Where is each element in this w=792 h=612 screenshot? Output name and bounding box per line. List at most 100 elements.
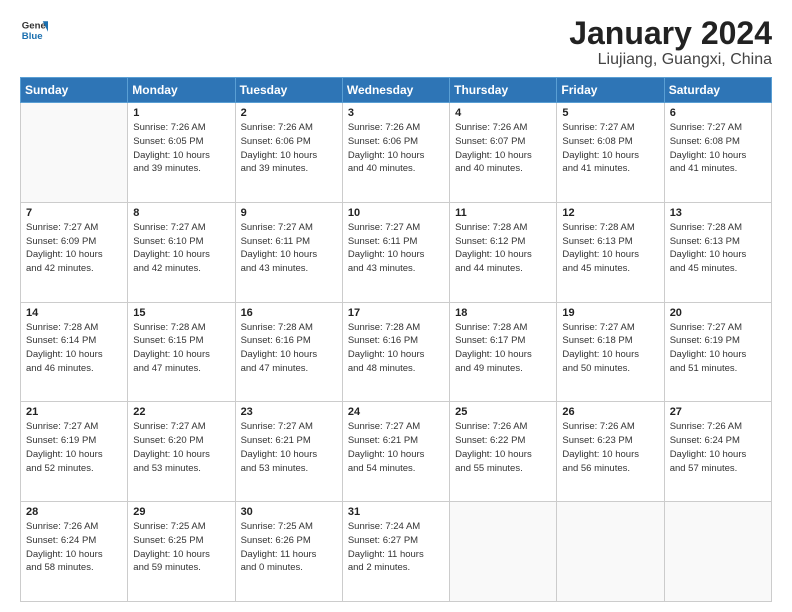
day-info: Sunrise: 7:27 AMSunset: 6:19 PMDaylight:… xyxy=(670,321,766,376)
day-info: Sunrise: 7:25 AMSunset: 6:25 PMDaylight:… xyxy=(133,520,229,575)
day-info: Sunrise: 7:26 AMSunset: 6:05 PMDaylight:… xyxy=(133,121,229,176)
title-block: January 2024 Liujiang, Guangxi, China xyxy=(569,16,772,69)
day-info: Sunrise: 7:27 AMSunset: 6:11 PMDaylight:… xyxy=(348,221,444,276)
day-info: Sunrise: 7:27 AMSunset: 6:11 PMDaylight:… xyxy=(241,221,337,276)
day-info: Sunrise: 7:26 AMSunset: 6:06 PMDaylight:… xyxy=(241,121,337,176)
day-info: Sunrise: 7:28 AMSunset: 6:12 PMDaylight:… xyxy=(455,221,551,276)
weekday-header-tuesday: Tuesday xyxy=(235,78,342,103)
day-cell xyxy=(557,502,664,602)
week-row-1: 1 Sunrise: 7:26 AMSunset: 6:05 PMDaylight… xyxy=(21,103,772,203)
day-number: 16 xyxy=(241,307,337,319)
calendar-subtitle: Liujiang, Guangxi, China xyxy=(569,51,772,69)
day-number: 3 xyxy=(348,107,444,119)
day-info: Sunrise: 7:26 AMSunset: 6:07 PMDaylight:… xyxy=(455,121,551,176)
day-info: Sunrise: 7:28 AMSunset: 6:17 PMDaylight:… xyxy=(455,321,551,376)
day-cell: 28Sunrise: 7:26 AMSunset: 6:24 PMDayligh… xyxy=(21,502,128,602)
day-cell: 3 Sunrise: 7:26 AMSunset: 6:06 PMDaylight… xyxy=(342,103,449,203)
day-info: Sunrise: 7:28 AMSunset: 6:16 PMDaylight:… xyxy=(348,321,444,376)
day-cell xyxy=(664,502,771,602)
day-cell: 26 Sunrise: 7:26 AMSunset: 6:23 PMDayligh… xyxy=(557,402,664,502)
day-number: 2 xyxy=(241,107,337,119)
day-cell: 14 Sunrise: 7:28 AMSunset: 6:14 PMDayligh… xyxy=(21,302,128,402)
day-number: 21 xyxy=(26,406,122,418)
header: General Blue January 2024 Liujiang, Guan… xyxy=(20,16,772,69)
day-info: Sunrise: 7:28 AMSunset: 6:14 PMDaylight:… xyxy=(26,321,122,376)
day-number: 29 xyxy=(133,506,229,518)
day-info: Sunrise: 7:28 AMSunset: 6:13 PMDaylight:… xyxy=(670,221,766,276)
day-info: Sunrise: 7:26 AMSunset: 6:06 PMDaylight:… xyxy=(348,121,444,176)
day-info: Sunrise: 7:27 AMSunset: 6:18 PMDaylight:… xyxy=(562,321,658,376)
day-cell: 5Sunrise: 7:27 AMSunset: 6:08 PMDaylight… xyxy=(557,103,664,203)
week-row-2: 7Sunrise: 7:27 AMSunset: 6:09 PMDaylight… xyxy=(21,202,772,302)
day-number: 26 xyxy=(562,406,658,418)
day-number: 15 xyxy=(133,307,229,319)
day-cell: 23 Sunrise: 7:27 AMSunset: 6:21 PMDayligh… xyxy=(235,402,342,502)
day-cell: 8Sunrise: 7:27 AMSunset: 6:10 PMDaylight… xyxy=(128,202,235,302)
day-number: 12 xyxy=(562,207,658,219)
day-number: 18 xyxy=(455,307,551,319)
day-info: Sunrise: 7:24 AMSunset: 6:27 PMDaylight:… xyxy=(348,520,444,575)
day-cell: 15 Sunrise: 7:28 AMSunset: 6:15 PMDayligh… xyxy=(128,302,235,402)
day-number: 20 xyxy=(670,307,766,319)
day-cell: 13 Sunrise: 7:28 AMSunset: 6:13 PMDayligh… xyxy=(664,202,771,302)
day-cell: 21 Sunrise: 7:27 AMSunset: 6:19 PMDayligh… xyxy=(21,402,128,502)
weekday-header-row: SundayMondayTuesdayWednesdayThursdayFrid… xyxy=(21,78,772,103)
day-info: Sunrise: 7:27 AMSunset: 6:10 PMDaylight:… xyxy=(133,221,229,276)
day-number: 1 xyxy=(133,107,229,119)
weekday-header-monday: Monday xyxy=(128,78,235,103)
day-cell: 6Sunrise: 7:27 AMSunset: 6:08 PMDaylight… xyxy=(664,103,771,203)
day-info: Sunrise: 7:26 AMSunset: 6:22 PMDaylight:… xyxy=(455,420,551,475)
day-info: Sunrise: 7:28 AMSunset: 6:15 PMDaylight:… xyxy=(133,321,229,376)
week-row-3: 14 Sunrise: 7:28 AMSunset: 6:14 PMDayligh… xyxy=(21,302,772,402)
day-number: 27 xyxy=(670,406,766,418)
day-cell: 24Sunrise: 7:27 AMSunset: 6:21 PMDayligh… xyxy=(342,402,449,502)
day-cell: 17 Sunrise: 7:28 AMSunset: 6:16 PMDayligh… xyxy=(342,302,449,402)
day-cell: 31Sunrise: 7:24 AMSunset: 6:27 PMDayligh… xyxy=(342,502,449,602)
svg-text:Blue: Blue xyxy=(22,31,43,42)
day-number: 23 xyxy=(241,406,337,418)
day-cell xyxy=(21,103,128,203)
day-cell: 7Sunrise: 7:27 AMSunset: 6:09 PMDaylight… xyxy=(21,202,128,302)
day-number: 4 xyxy=(455,107,551,119)
day-info: Sunrise: 7:27 AMSunset: 6:21 PMDaylight:… xyxy=(241,420,337,475)
day-cell: 22Sunrise: 7:27 AMSunset: 6:20 PMDayligh… xyxy=(128,402,235,502)
week-row-5: 28Sunrise: 7:26 AMSunset: 6:24 PMDayligh… xyxy=(21,502,772,602)
day-info: Sunrise: 7:28 AMSunset: 6:13 PMDaylight:… xyxy=(562,221,658,276)
weekday-header-friday: Friday xyxy=(557,78,664,103)
weekday-header-saturday: Saturday xyxy=(664,78,771,103)
day-info: Sunrise: 7:27 AMSunset: 6:19 PMDaylight:… xyxy=(26,420,122,475)
day-number: 17 xyxy=(348,307,444,319)
day-number: 30 xyxy=(241,506,337,518)
day-cell: 19 Sunrise: 7:27 AMSunset: 6:18 PMDayligh… xyxy=(557,302,664,402)
day-info: Sunrise: 7:27 AMSunset: 6:09 PMDaylight:… xyxy=(26,221,122,276)
day-cell: 30 Sunrise: 7:25 AMSunset: 6:26 PMDayligh… xyxy=(235,502,342,602)
day-number: 28 xyxy=(26,506,122,518)
day-cell: 9Sunrise: 7:27 AMSunset: 6:11 PMDaylight… xyxy=(235,202,342,302)
day-number: 14 xyxy=(26,307,122,319)
day-number: 25 xyxy=(455,406,551,418)
day-cell: 27Sunrise: 7:26 AMSunset: 6:24 PMDayligh… xyxy=(664,402,771,502)
day-cell: 20 Sunrise: 7:27 AMSunset: 6:19 PMDayligh… xyxy=(664,302,771,402)
day-cell: 4 Sunrise: 7:26 AMSunset: 6:07 PMDaylight… xyxy=(450,103,557,203)
day-info: Sunrise: 7:26 AMSunset: 6:23 PMDaylight:… xyxy=(562,420,658,475)
day-info: Sunrise: 7:28 AMSunset: 6:16 PMDaylight:… xyxy=(241,321,337,376)
day-info: Sunrise: 7:25 AMSunset: 6:26 PMDaylight:… xyxy=(241,520,337,575)
day-info: Sunrise: 7:27 AMSunset: 6:08 PMDaylight:… xyxy=(562,121,658,176)
day-number: 10 xyxy=(348,207,444,219)
day-number: 6 xyxy=(670,107,766,119)
logo: General Blue xyxy=(20,16,48,44)
day-info: Sunrise: 7:27 AMSunset: 6:21 PMDaylight:… xyxy=(348,420,444,475)
day-cell: 25 Sunrise: 7:26 AMSunset: 6:22 PMDayligh… xyxy=(450,402,557,502)
day-cell: 2 Sunrise: 7:26 AMSunset: 6:06 PMDaylight… xyxy=(235,103,342,203)
day-number: 19 xyxy=(562,307,658,319)
day-cell: 29 Sunrise: 7:25 AMSunset: 6:25 PMDayligh… xyxy=(128,502,235,602)
page: General Blue January 2024 Liujiang, Guan… xyxy=(0,0,792,612)
weekday-header-wednesday: Wednesday xyxy=(342,78,449,103)
day-cell xyxy=(450,502,557,602)
day-number: 13 xyxy=(670,207,766,219)
day-cell: 11Sunrise: 7:28 AMSunset: 6:12 PMDayligh… xyxy=(450,202,557,302)
day-cell: 1 Sunrise: 7:26 AMSunset: 6:05 PMDaylight… xyxy=(128,103,235,203)
day-info: Sunrise: 7:27 AMSunset: 6:20 PMDaylight:… xyxy=(133,420,229,475)
calendar-table: SundayMondayTuesdayWednesdayThursdayFrid… xyxy=(20,77,772,602)
day-cell: 16 Sunrise: 7:28 AMSunset: 6:16 PMDayligh… xyxy=(235,302,342,402)
